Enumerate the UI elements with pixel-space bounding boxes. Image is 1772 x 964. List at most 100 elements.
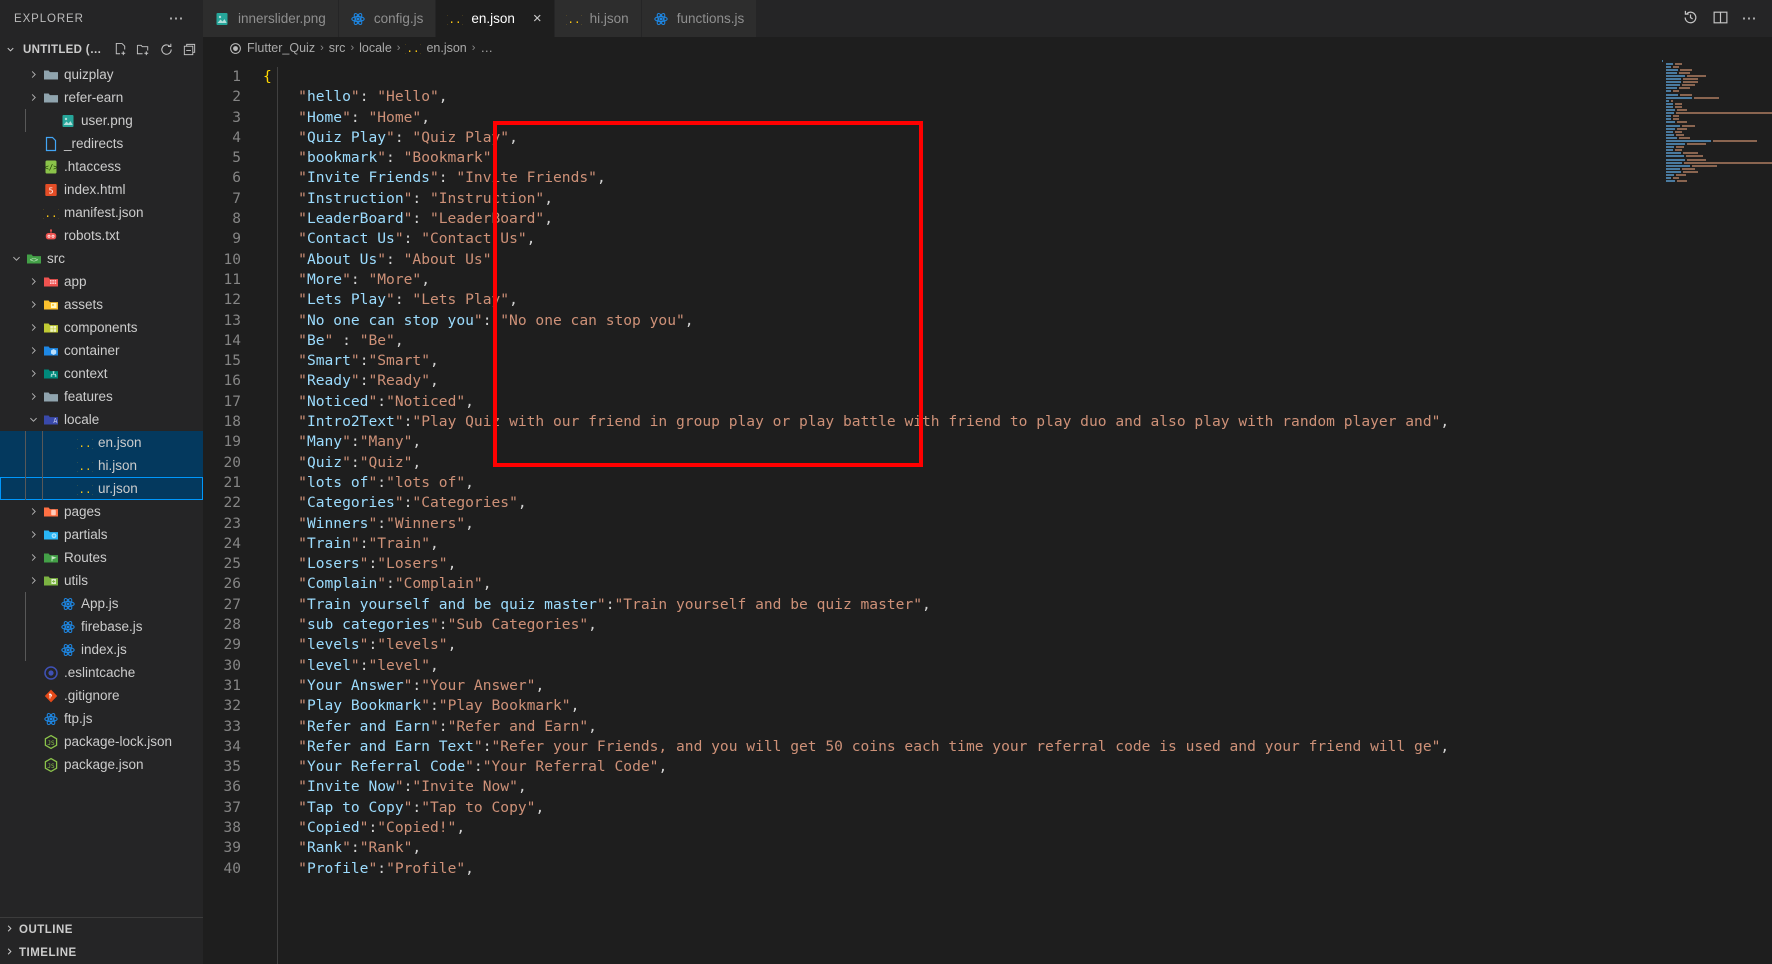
code-line[interactable]: "Invite Now":"Invite Now", <box>263 777 1772 797</box>
code-line[interactable]: "Refer and Earn":"Refer and Earn", <box>263 717 1772 737</box>
code-line[interactable]: "Home": "Home", <box>263 108 1772 128</box>
tree-item-ftp-js[interactable]: ftp.js <box>0 707 203 730</box>
code-line[interactable]: "levels":"levels", <box>263 635 1772 655</box>
tree-item-quizplay[interactable]: quizplay <box>0 63 203 86</box>
tree-item-hi-json[interactable]: {..} hi.json <box>0 454 203 477</box>
chevron-right-icon[interactable] <box>25 276 42 287</box>
tree-item-pages[interactable]: pages <box>0 500 203 523</box>
tree-item-htaccess[interactable]: </> .htaccess <box>0 155 203 178</box>
code-line[interactable]: "Quiz":"Quiz", <box>263 453 1772 473</box>
chevron-down-icon[interactable] <box>25 414 42 425</box>
tree-item-ur-json[interactable]: {..} ur.json <box>0 477 203 500</box>
code-line[interactable]: "Noticed":"Noticed", <box>263 392 1772 412</box>
chevron-right-icon[interactable] <box>25 368 42 379</box>
breadcrumb[interactable]: Flutter_Quiz›src›locale›{..}en.json›… <box>203 37 1772 59</box>
code-lines[interactable]: { "hello": "Hello", "Home": "Home", "Qui… <box>263 67 1772 879</box>
code-line[interactable]: "level":"level", <box>263 656 1772 676</box>
breadcrumb-item[interactable]: … <box>480 41 493 55</box>
chevron-right-icon[interactable] <box>25 552 42 563</box>
code-editor-area[interactable]: 1 2 3 4 5 6 7 8 9 10 11 12 13 14 15 16 17 18 19 20 21 22 23 24 2… <box>203 59 1772 964</box>
code-line[interactable]: "Smart":"Smart", <box>263 351 1772 371</box>
code-line[interactable]: "Be" : "Be", <box>263 331 1772 351</box>
tree-item-utils[interactable]: utils <box>0 569 203 592</box>
code-line[interactable]: "lots of":"lots of", <box>263 473 1772 493</box>
split-editor-icon[interactable] <box>1712 9 1729 29</box>
new-file-icon[interactable] <box>113 42 128 57</box>
panel-timeline[interactable]: TIMELINE <box>0 941 203 964</box>
code-line[interactable]: "hello": "Hello", <box>263 87 1772 107</box>
tab-innerslider-png[interactable]: innerslider.png <box>203 0 339 37</box>
tree-item-redirects[interactable]: _redirects <box>0 132 203 155</box>
tree-item-firebase-js[interactable]: firebase.js <box>0 615 203 638</box>
code-line[interactable]: "Losers":"Losers", <box>263 554 1772 574</box>
editor-tabs[interactable]: innerslider.pngconfig.js{..}en.json×{..}… <box>203 0 1672 37</box>
new-folder-icon[interactable] <box>136 42 151 57</box>
tree-item-index-js[interactable]: index.js <box>0 638 203 661</box>
tree-item-package-lock-json[interactable]: JS package-lock.json <box>0 730 203 753</box>
code-line[interactable]: "LeaderBoard": "LeaderBoard", <box>263 209 1772 229</box>
breadcrumb-item[interactable]: Flutter_Quiz <box>247 41 315 55</box>
code-line[interactable]: "Train":"Train", <box>263 534 1772 554</box>
code-line[interactable]: "Contact Us": "Contact Us", <box>263 229 1772 249</box>
tree-item-locale[interactable]: Alocale <box>0 408 203 431</box>
code-line[interactable]: "Invite Friends": "Invite Friends", <box>263 168 1772 188</box>
tab-functions-js[interactable]: functions.js <box>641 0 758 37</box>
code-line[interactable]: "Refer and Earn Text":"Refer your Friend… <box>263 737 1772 757</box>
workspace-root-row[interactable]: UNTITLED (… <box>0 37 203 62</box>
code-line[interactable]: "About Us": "About Us", <box>263 250 1772 270</box>
code-line[interactable]: "Play Bookmark":"Play Bookmark", <box>263 696 1772 716</box>
code-line[interactable]: "Categories":"Categories", <box>263 493 1772 513</box>
tree-item-robots-txt[interactable]: robots.txt <box>0 224 203 247</box>
code-line[interactable]: "No one can stop you": "No one can stop … <box>263 311 1772 331</box>
code-line[interactable]: "Train yourself and be quiz master":"Tra… <box>263 595 1772 615</box>
more-actions-icon[interactable]: ⋯ <box>1742 11 1759 26</box>
code-line[interactable]: "Intro2Text":"Play Quiz with our friend … <box>263 412 1772 432</box>
code-line[interactable]: "More": "More", <box>263 270 1772 290</box>
tree-item-partials[interactable]: partials <box>0 523 203 546</box>
collapse-all-icon[interactable] <box>182 42 197 57</box>
minimap[interactable] <box>1662 59 1772 964</box>
chevron-right-icon[interactable] <box>25 69 42 80</box>
code-line[interactable]: "Copied":"Copied!", <box>263 818 1772 838</box>
tree-item-assets[interactable]: assets <box>0 293 203 316</box>
tree-item-package-json[interactable]: JS package.json <box>0 753 203 776</box>
code-line[interactable]: "bookmark": "Bookmark", <box>263 148 1772 168</box>
chevron-right-icon[interactable] <box>25 92 42 103</box>
tree-item-user-png[interactable]: user.png <box>0 109 203 132</box>
tree-item-manifest-json[interactable]: {..} manifest.json <box>0 201 203 224</box>
chevron-right-icon[interactable] <box>25 299 42 310</box>
tree-item-gitignore[interactable]: .gitignore <box>0 684 203 707</box>
breadcrumb-item[interactable]: en.json <box>426 41 466 55</box>
chevron-right-icon[interactable] <box>25 529 42 540</box>
tree-item-components[interactable]: components <box>0 316 203 339</box>
tree-item-src[interactable]: <> src <box>0 247 203 270</box>
chevron-right-icon[interactable] <box>25 506 42 517</box>
chevron-right-icon[interactable] <box>25 391 42 402</box>
code-line[interactable]: "Complain":"Complain", <box>263 574 1772 594</box>
chevron-down-icon[interactable] <box>8 253 25 264</box>
code-line[interactable]: "Your Answer":"Your Answer", <box>263 676 1772 696</box>
code-line[interactable]: "Lets Play": "Lets Play", <box>263 290 1772 310</box>
history-icon[interactable] <box>1682 9 1699 29</box>
panel-outline[interactable]: OUTLINE <box>0 918 203 941</box>
tree-item-context[interactable]: context <box>0 362 203 385</box>
tree-item-en-json[interactable]: {..} en.json <box>0 431 203 454</box>
tree-item-app[interactable]: app <box>0 270 203 293</box>
code-line[interactable]: "Rank":"Rank", <box>263 838 1772 858</box>
code-content[interactable]: { "hello": "Hello", "Home": "Home", "Qui… <box>263 59 1772 964</box>
tree-item-container[interactable]: container <box>0 339 203 362</box>
code-line[interactable]: "Winners":"Winners", <box>263 514 1772 534</box>
code-line[interactable]: { <box>263 67 1772 87</box>
chevron-right-icon[interactable] <box>25 345 42 356</box>
close-icon[interactable]: × <box>533 11 542 26</box>
code-line[interactable]: "Many":"Many", <box>263 432 1772 452</box>
tree-item-eslintcache[interactable]: .eslintcache <box>0 661 203 684</box>
tree-item-refer-earn[interactable]: refer-earn <box>0 86 203 109</box>
chevron-right-icon[interactable] <box>25 322 42 333</box>
chevron-down-icon[interactable] <box>2 44 18 55</box>
tab-hi-json[interactable]: {..} hi.json <box>554 0 642 37</box>
code-line[interactable]: "Instruction": "Instruction", <box>263 189 1772 209</box>
tree-item-app-js[interactable]: App.js <box>0 592 203 615</box>
chevron-right-icon[interactable] <box>25 575 42 586</box>
code-line[interactable]: "Profile":"Profile", <box>263 859 1772 879</box>
